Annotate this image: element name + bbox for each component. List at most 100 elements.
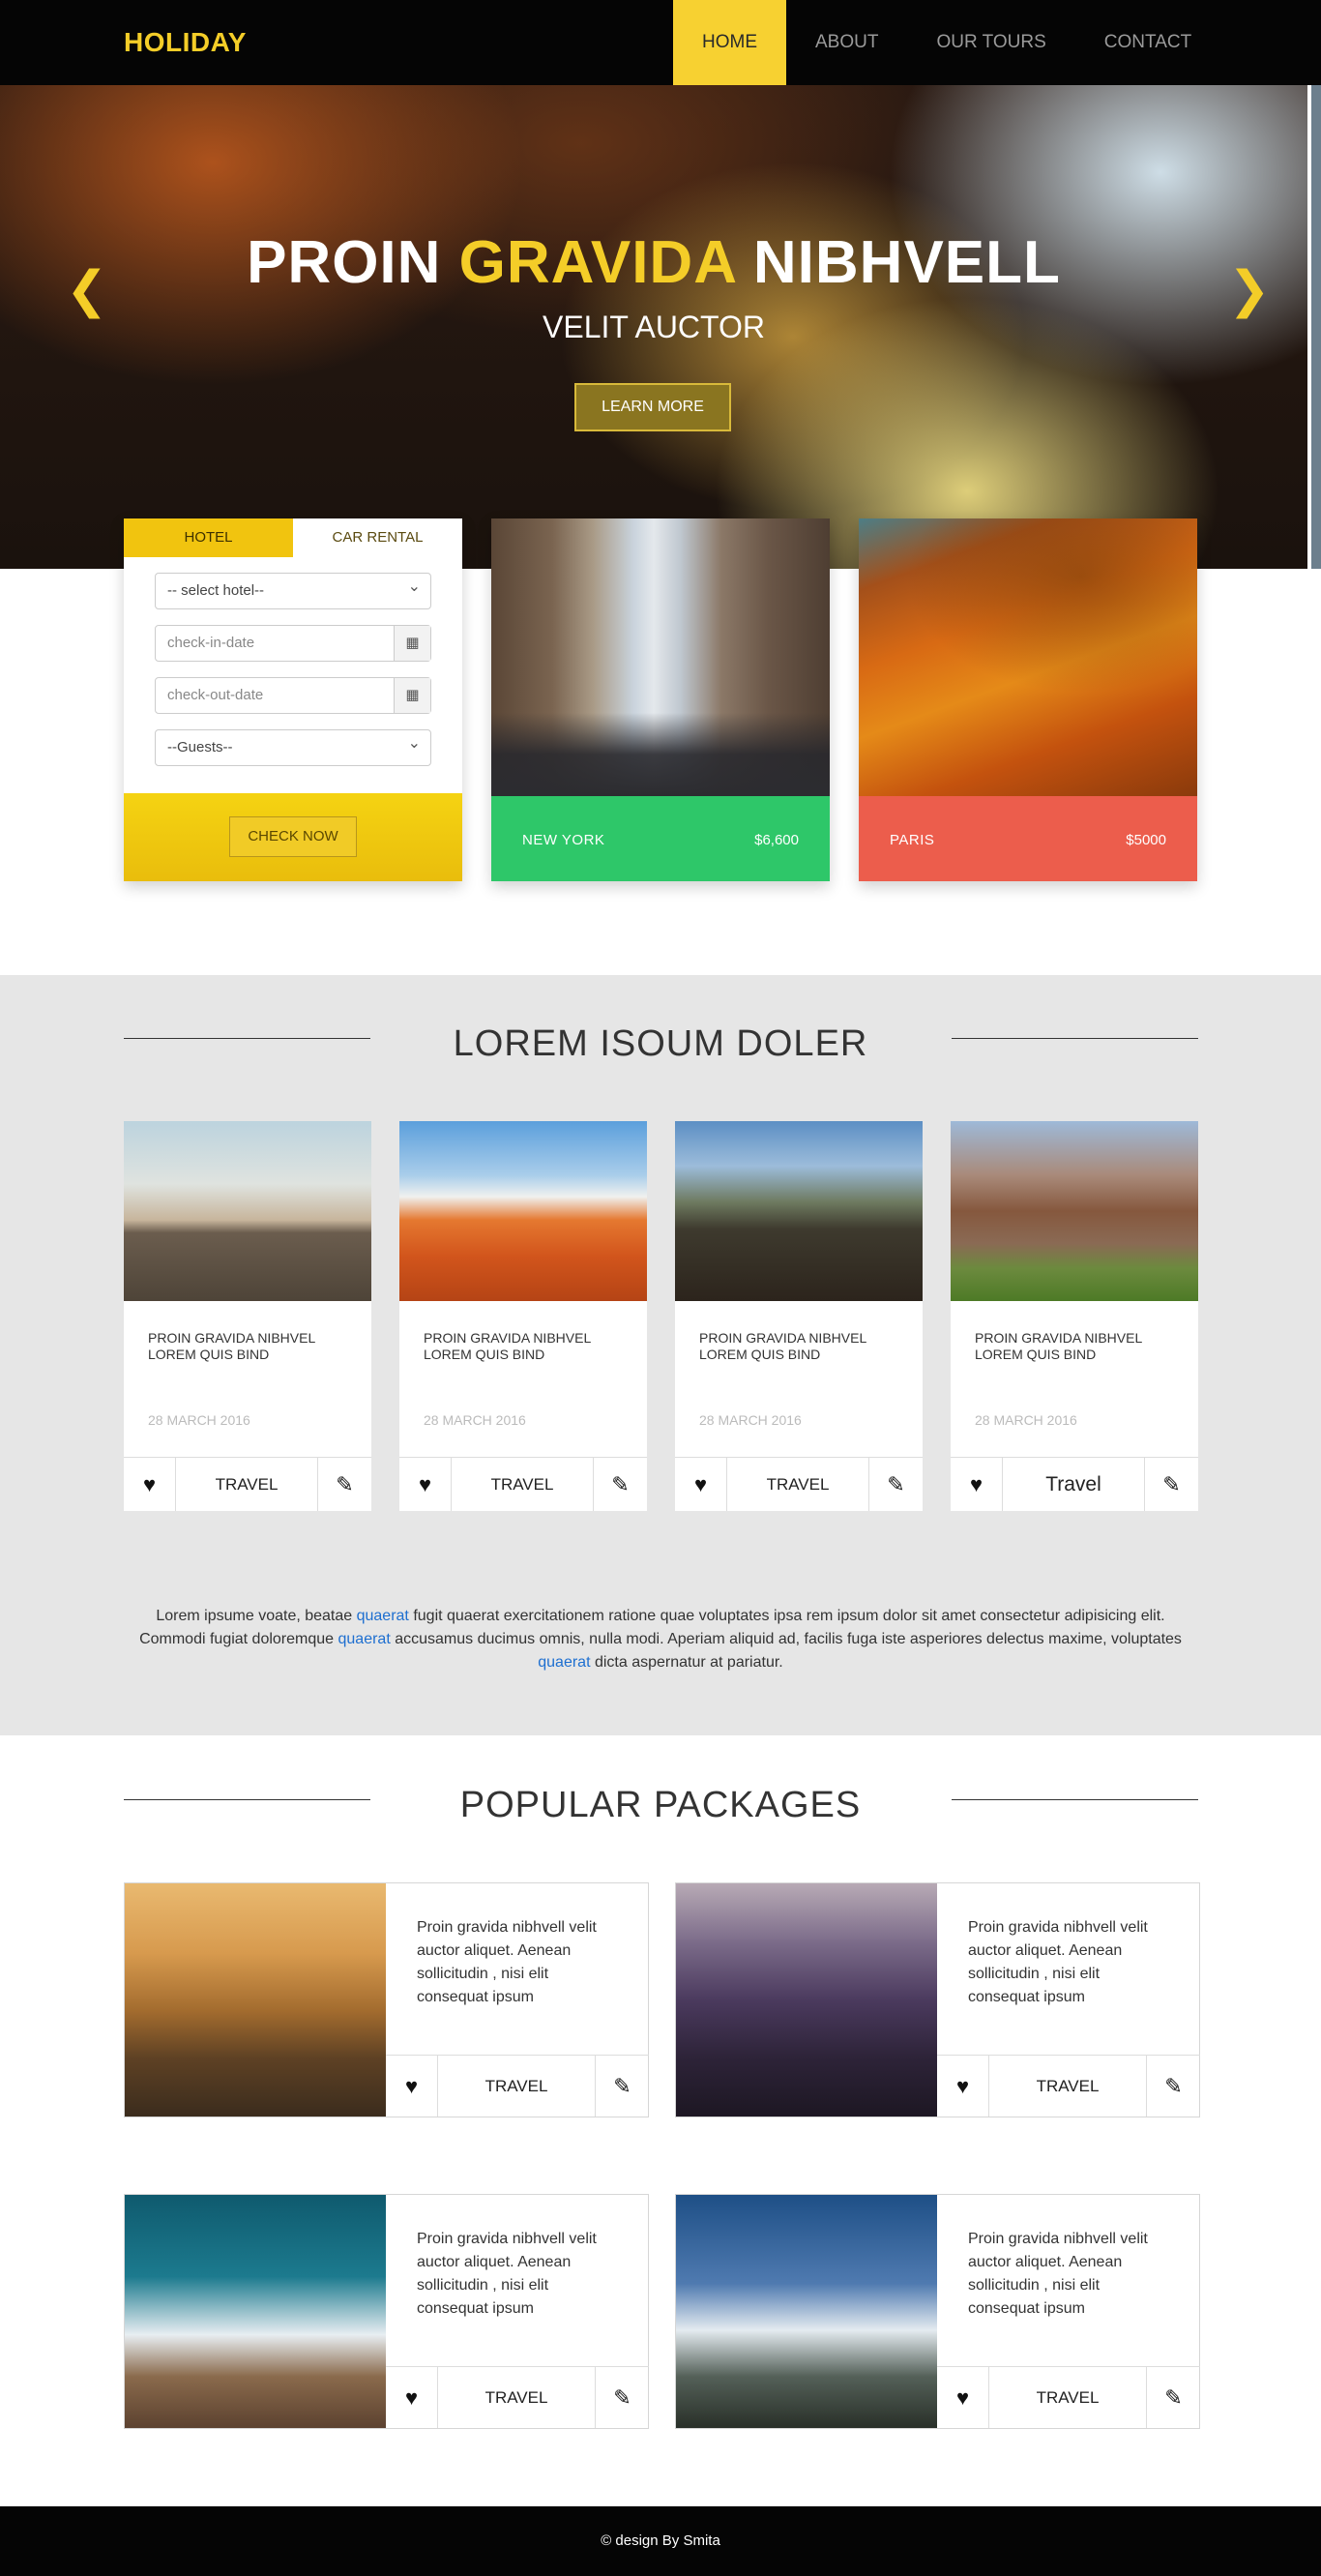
hero-title: PROIN GRAVIDA NIBHVELL xyxy=(0,228,1307,297)
card-date: 28 MARCH 2016 xyxy=(975,1412,1077,1428)
package-description: Proin gravida nibhvell velit auctor aliq… xyxy=(968,2231,1148,2317)
hero-title-highlight: GRAVIDA xyxy=(458,229,736,296)
check-out-date-field[interactable]: check-out-date ▦ xyxy=(155,677,431,714)
package-actions: ♥ TRAVEL ✎ xyxy=(937,2055,1200,2117)
learn-more-button[interactable]: LEARN MORE xyxy=(574,383,731,431)
quaerat-link[interactable]: quaerat xyxy=(338,1631,391,1647)
check-in-date-field[interactable]: check-in-date ▦ xyxy=(155,625,431,662)
card-actions: ♥ TRAVEL ✎ xyxy=(675,1457,923,1511)
travel-button[interactable]: TRAVEL xyxy=(727,1458,868,1511)
card-date: 28 MARCH 2016 xyxy=(148,1412,250,1428)
card-image[interactable] xyxy=(675,1121,923,1301)
main-menu: HOME ABOUT OUR TOURS CONTACT xyxy=(673,0,1220,85)
edit-icon[interactable]: ✎ xyxy=(1146,2367,1200,2428)
heart-icon[interactable]: ♥ xyxy=(937,2056,989,2117)
card-title: PROIN GRAVIDA NIBHVEL LOREM QUIS BIND xyxy=(424,1330,591,1362)
package-image[interactable] xyxy=(676,1883,937,2117)
package-card: Proin gravida nibhvell velit auctor aliq… xyxy=(124,2194,649,2429)
tab-hotel[interactable]: HOTEL xyxy=(124,518,293,557)
guests-select[interactable]: --Guests-- xyxy=(155,726,431,766)
hero-title-part1: PROIN xyxy=(247,229,459,296)
travel-card: PROIN GRAVIDA NIBHVEL LOREM QUIS BIND 28… xyxy=(675,1121,923,1511)
heart-icon[interactable]: ♥ xyxy=(124,1458,176,1511)
paris-image xyxy=(859,518,1197,796)
hotel-select[interactable]: -- select hotel-- xyxy=(155,570,431,609)
card-image[interactable] xyxy=(124,1121,371,1301)
travel-button[interactable]: TRAVEL xyxy=(176,1458,317,1511)
quaerat-link[interactable]: quaerat xyxy=(357,1608,409,1624)
card-actions: ♥ TRAVEL ✎ xyxy=(124,1457,371,1511)
card-actions: ♥ Travel ✎ xyxy=(951,1457,1198,1511)
heart-icon[interactable]: ♥ xyxy=(399,1458,452,1511)
heart-icon[interactable]: ♥ xyxy=(937,2367,989,2428)
destination-card-new-york[interactable]: NEW YORK $6,600 xyxy=(491,518,830,881)
booking-footer: CHECK NOW xyxy=(124,793,462,881)
package-description: Proin gravida nibhvell velit auctor aliq… xyxy=(968,1919,1148,2005)
travel-button[interactable]: TRAVEL xyxy=(438,2056,595,2117)
package-image[interactable] xyxy=(125,1883,386,2117)
card-image[interactable] xyxy=(951,1121,1198,1301)
menu-item-about[interactable]: ABOUT xyxy=(786,0,907,85)
travel-card: PROIN GRAVIDA NIBHVEL LOREM QUIS BIND 28… xyxy=(951,1121,1198,1511)
package-image[interactable] xyxy=(125,2195,386,2428)
travel-card: PROIN GRAVIDA NIBHVEL LOREM QUIS BIND 28… xyxy=(124,1121,371,1511)
edit-icon[interactable]: ✎ xyxy=(595,2056,649,2117)
card-title: PROIN GRAVIDA NIBHVEL LOREM QUIS BIND xyxy=(699,1330,866,1362)
card-title: PROIN GRAVIDA NIBHVEL LOREM QUIS BIND xyxy=(148,1330,315,1362)
destination-price: $5000 xyxy=(1126,832,1166,848)
travel-card: PROIN GRAVIDA NIBHVEL LOREM QUIS BIND 28… xyxy=(399,1121,647,1511)
package-actions: ♥ TRAVEL ✎ xyxy=(386,2055,649,2117)
booking-tabs: HOTEL CAR RENTAL xyxy=(124,518,462,557)
edit-icon[interactable]: ✎ xyxy=(595,2367,649,2428)
menu-item-our-tours[interactable]: OUR TOURS xyxy=(907,0,1074,85)
package-description: Proin gravida nibhvell velit auctor aliq… xyxy=(417,1919,597,2005)
package-card: Proin gravida nibhvell velit auctor aliq… xyxy=(675,2194,1200,2429)
package-actions: ♥ TRAVEL ✎ xyxy=(937,2366,1200,2428)
travel-button[interactable]: TRAVEL xyxy=(438,2367,595,2428)
new-york-image xyxy=(491,518,830,796)
package-card: Proin gravida nibhvell velit auctor aliq… xyxy=(124,1882,649,2117)
edit-icon[interactable]: ✎ xyxy=(868,1458,923,1511)
heart-icon[interactable]: ♥ xyxy=(951,1458,1003,1511)
paragraph-text: Lorem ipsume voate, beatae xyxy=(156,1608,357,1624)
package-card: Proin gravida nibhvell velit auctor aliq… xyxy=(675,1882,1200,2117)
check-out-placeholder: check-out-date xyxy=(167,687,264,703)
package-image[interactable] xyxy=(676,2195,937,2428)
heart-icon[interactable]: ♥ xyxy=(675,1458,727,1511)
edit-icon[interactable]: ✎ xyxy=(1146,2056,1200,2117)
hero-banner: ❮ ❯ PROIN GRAVIDA NIBHVELL VELIT AUCTOR … xyxy=(0,85,1307,569)
destination-name: NEW YORK xyxy=(522,832,605,848)
travel-button[interactable]: TRAVEL xyxy=(989,2056,1146,2117)
travel-button[interactable]: Travel xyxy=(1003,1458,1144,1511)
hero-title-part2: NIBHVELL xyxy=(735,229,1061,296)
heart-icon[interactable]: ♥ xyxy=(386,2367,438,2428)
card-date: 28 MARCH 2016 xyxy=(424,1412,526,1428)
top-navbar: HOLIDAY HOME ABOUT OUR TOURS CONTACT xyxy=(0,0,1321,85)
hero-subtitle: VELIT AUCTOR xyxy=(543,310,765,344)
packages-section-title: POPULAR PACKAGES xyxy=(459,1785,862,1825)
intro-paragraph: Lorem ipsume voate, beatae quaerat fugit… xyxy=(135,1605,1186,1674)
tab-car-rental[interactable]: CAR RENTAL xyxy=(293,518,462,557)
package-description: Proin gravida nibhvell velit auctor aliq… xyxy=(417,2231,597,2317)
card-image[interactable] xyxy=(399,1121,647,1301)
heart-icon[interactable]: ♥ xyxy=(386,2056,438,2117)
edit-icon[interactable]: ✎ xyxy=(317,1458,371,1511)
check-in-placeholder: check-in-date xyxy=(167,635,255,651)
travel-button[interactable]: TRAVEL xyxy=(452,1458,593,1511)
calendar-icon[interactable]: ▦ xyxy=(394,626,430,661)
quaerat-link[interactable]: quaerat xyxy=(538,1654,590,1671)
hotel-select-value: -- select hotel-- xyxy=(167,582,265,599)
menu-item-contact[interactable]: CONTACT xyxy=(1075,0,1220,85)
travel-button[interactable]: TRAVEL xyxy=(989,2367,1146,2428)
footer-credit: © design By Smita xyxy=(601,2532,720,2549)
paragraph-text: accusamus ducimus omnis, nulla modi. Ape… xyxy=(390,1631,1182,1647)
check-now-button[interactable]: CHECK NOW xyxy=(229,816,357,857)
destination-card-paris[interactable]: PARIS $5000 xyxy=(859,518,1197,881)
calendar-icon[interactable]: ▦ xyxy=(394,678,430,713)
site-logo[interactable]: HOLIDAY xyxy=(124,27,247,58)
edit-icon[interactable]: ✎ xyxy=(593,1458,647,1511)
card-date: 28 MARCH 2016 xyxy=(699,1412,802,1428)
lorem-section-title: LOREM ISOUM DOLER xyxy=(453,1023,868,1064)
menu-item-home[interactable]: HOME xyxy=(673,0,786,85)
edit-icon[interactable]: ✎ xyxy=(1144,1458,1198,1511)
